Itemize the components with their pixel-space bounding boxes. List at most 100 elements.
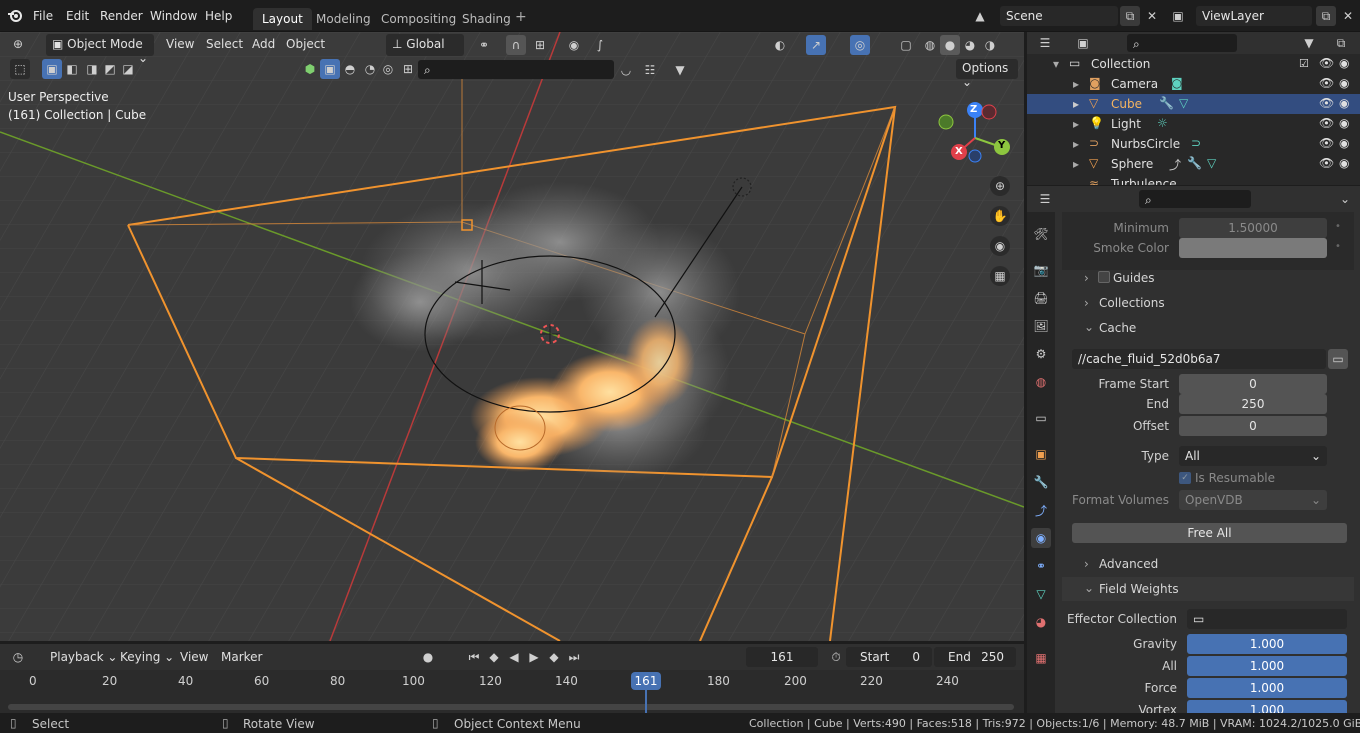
scene-icon[interactable]: ▲ (970, 6, 990, 26)
view-layer-tab-icon[interactable]: 🖼 (1031, 316, 1051, 336)
eye-icon[interactable]: 👁 (1319, 116, 1334, 130)
jump-start-icon[interactable]: ⏮ (464, 647, 484, 667)
particles-tab-icon[interactable]: ⤴ (1031, 500, 1051, 520)
object-tab-icon[interactable]: ▣ (1031, 444, 1051, 464)
eye-icon[interactable]: 👁 (1319, 76, 1334, 90)
effector-collection-field[interactable]: ▭ (1187, 609, 1347, 629)
outliner-item-turbulence[interactable]: ≈ Turbulence (1027, 174, 1360, 185)
free-all-button[interactable]: Free All (1072, 523, 1347, 543)
select-intersect-icon[interactable]: ◪ (118, 59, 138, 79)
expand-icon[interactable]: ▸ (1073, 117, 1079, 131)
xray-icon[interactable]: ▢ (896, 35, 916, 55)
smoke-color-swatch[interactable] (1179, 238, 1327, 258)
view-layer-field[interactable]: ViewLayer (1196, 6, 1312, 26)
force-slider[interactable]: 1.000 (1187, 678, 1347, 698)
3d-viewport[interactable]: ⊕ ▣ Object Mode ⌄ View Select Add Object … (0, 32, 1024, 641)
camera-render-icon[interactable]: ◉ (1339, 156, 1349, 170)
world-tab-icon[interactable]: ◍ (1031, 372, 1051, 392)
frame-end-field[interactable]: 250 (1179, 394, 1327, 414)
select-invert-icon[interactable]: ◩ (100, 59, 120, 79)
eye-icon[interactable]: 👁 (1319, 56, 1334, 70)
menu-object[interactable]: Object (280, 34, 331, 56)
play-reverse-icon[interactable]: ◀ (504, 647, 524, 667)
outliner-item-light[interactable]: ▸ 💡 Light ☼ 👁 ◉ (1027, 114, 1360, 134)
eye-icon[interactable]: 👁 (1319, 136, 1334, 150)
minimum-field[interactable]: 1.50000 (1179, 218, 1327, 238)
editor-type-icon[interactable]: ⊕ (8, 34, 28, 54)
properties-search-input[interactable]: ⌕ (1139, 190, 1251, 208)
menu-playback[interactable]: Playback ⌄ (44, 647, 123, 669)
properties-editor-icon[interactable]: ☰ (1035, 189, 1055, 209)
filter-object-icon[interactable]: ⬢ (300, 59, 320, 79)
jump-end-icon[interactable]: ⏭ (564, 647, 584, 667)
all-slider[interactable]: 1.000 (1187, 656, 1347, 676)
prev-keyframe-icon[interactable]: ◆ (484, 647, 504, 667)
constraints-tab-icon[interactable]: ⚭ (1031, 556, 1051, 576)
outliner-filter-icon[interactable]: ▼ (1299, 33, 1319, 53)
wireframe-shading-icon[interactable]: ◍ (920, 35, 940, 55)
menu-window[interactable]: Window (150, 9, 197, 23)
select-subtract-icon[interactable]: ◨ (82, 59, 102, 79)
select-new-icon[interactable]: ▣ (42, 59, 62, 79)
tool-tab-icon[interactable]: 🛠 (1031, 224, 1051, 244)
outliner-editor-icon[interactable]: ☰ (1035, 33, 1055, 53)
outliner-item-camera[interactable]: ▸ ◙ Camera ◙ 👁 ◉ (1027, 74, 1360, 94)
data-tab-icon[interactable]: ▽ (1031, 584, 1051, 604)
solid-shading-icon[interactable]: ● (940, 35, 960, 55)
menu-render[interactable]: Render (100, 9, 143, 23)
advanced-panel-header[interactable]: › Advanced (1062, 552, 1354, 576)
hierarchy-icon[interactable]: ☷ (640, 60, 660, 80)
menu-add[interactable]: Add (246, 34, 281, 56)
filter-icon[interactable]: ▼ (670, 60, 690, 80)
menu-marker[interactable]: Marker (215, 647, 268, 669)
transform-orientation-dropdown[interactable]: ⊥ Global (386, 34, 464, 56)
render-tab-icon[interactable]: 📷 (1031, 260, 1051, 280)
guides-panel-header[interactable]: › Guides (1062, 266, 1354, 290)
blender-logo-icon[interactable] (7, 8, 23, 24)
filter-mesh-icon[interactable]: ▣ (320, 59, 340, 79)
keyframe-dot-icon[interactable]: • (1335, 241, 1341, 252)
modifier-tab-icon[interactable]: 🔧 (1031, 472, 1051, 492)
start-frame-field[interactable]: Start 0 (846, 647, 932, 667)
vortex-slider[interactable]: 1.000 (1187, 700, 1347, 713)
viewport-search-input[interactable]: ⌕ (418, 60, 614, 79)
select-extend-icon[interactable]: ◧ (62, 59, 82, 79)
view-layer-icon[interactable]: ▣ (1168, 6, 1188, 26)
falloff-icon[interactable]: ∫ (590, 35, 610, 55)
properties-options-icon[interactable]: ⌄ (1335, 189, 1355, 209)
play-icon[interactable]: ▶ (524, 647, 544, 667)
add-workspace-icon[interactable]: + (515, 9, 527, 25)
menu-edit[interactable]: Edit (66, 9, 89, 23)
physics-tab-icon[interactable]: ◉ (1031, 528, 1051, 548)
expand-icon[interactable]: ▸ (1073, 77, 1079, 91)
options-dropdown[interactable]: Options ⌄ (956, 59, 1018, 89)
filter-node-icon[interactable]: ⊞ (398, 59, 418, 79)
rendered-shading-icon[interactable]: ◑ (980, 35, 1000, 55)
eye-icon[interactable]: 👁 (1319, 96, 1334, 110)
timeline-scrollbar[interactable] (8, 704, 1014, 710)
pivot-icon[interactable]: ⚭ (474, 35, 494, 55)
scene-tab-icon[interactable]: ⚙ (1031, 344, 1051, 364)
collapse-icon[interactable]: ▾ (1053, 57, 1059, 71)
camera-view-icon[interactable]: ◉ (990, 236, 1010, 256)
display-mode-icon[interactable]: ▣ (1073, 33, 1093, 53)
material-tab-icon[interactable]: ◕ (1031, 612, 1051, 632)
outliner-search-input[interactable]: ⌕ (1127, 34, 1237, 52)
close-view-layer-icon[interactable]: ✕ (1338, 6, 1358, 26)
pan-hand-icon[interactable]: ✋ (990, 206, 1010, 226)
search-options-icon[interactable]: ◡ (616, 60, 636, 80)
filter-texture-icon[interactable]: ◔ (360, 59, 380, 79)
material-shading-icon[interactable]: ◕ (960, 35, 980, 55)
scene-field[interactable]: Scene (1000, 6, 1118, 26)
filter-world-icon[interactable]: ◎ (378, 59, 398, 79)
filter-material-icon[interactable]: ◓ (340, 59, 360, 79)
frame-start-field[interactable]: 0 (1179, 374, 1327, 394)
cache-path-input[interactable]: //cache_fluid_52d0b6a7 (1072, 349, 1326, 369)
close-scene-icon[interactable]: ✕ (1142, 6, 1162, 26)
playhead-marker[interactable]: 161 (631, 672, 661, 690)
cache-type-dropdown[interactable]: All ⌄ (1179, 446, 1327, 466)
tab-shading[interactable]: Shading (453, 8, 520, 30)
menu-help[interactable]: Help (205, 9, 232, 23)
texture-tab-icon[interactable]: ▦ (1031, 648, 1051, 668)
next-keyframe-icon[interactable]: ◆ (544, 647, 564, 667)
